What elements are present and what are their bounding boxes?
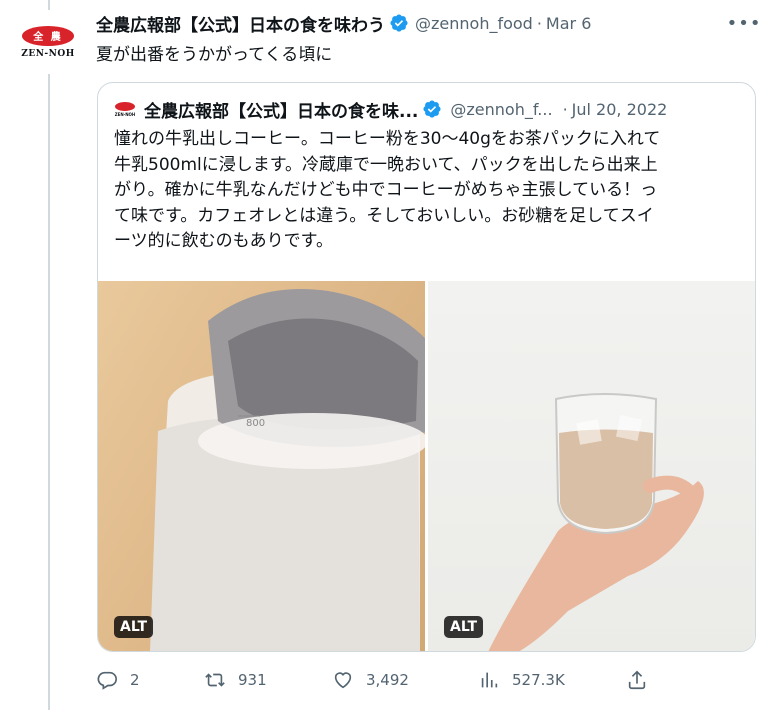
- quoted-text-line: 憧れの牛乳出しコーヒー。コーヒー粉を30〜40gをお茶パックに入れて: [114, 129, 661, 149]
- glass-illustration: [488, 393, 704, 651]
- photo-iced-coffee-glass[interactable]: ALT: [428, 281, 755, 651]
- avatar-brand: ZEN-NOH: [21, 48, 75, 59]
- quoted-author-handle: @zennoh_f...: [450, 99, 553, 119]
- quoted-tweet[interactable]: ZEN·NOH 全農広報部【公式】日本の食を味... @zennoh_f... …: [97, 82, 756, 652]
- like-count: 3,492: [366, 671, 409, 689]
- quoted-text-line: 牛乳500mlに浸します。冷蔵庫で一晩おいて、パックを出したら出来上: [114, 154, 658, 175]
- separator-dot: ·: [562, 99, 568, 119]
- quoted-text-line: て味です。カフェオレとは違う。そしておいしい。お砂糖を足してスイ: [114, 205, 654, 226]
- verified-icon: [390, 14, 408, 32]
- author-name[interactable]: 全農広報部【公式】日本の食を味わう: [96, 11, 385, 36]
- action-bar: 2 931 3,492 527.3K: [96, 664, 656, 696]
- retweet-icon: [205, 673, 225, 687]
- like-icon: [334, 672, 352, 689]
- share-button[interactable]: [626, 664, 660, 696]
- tweet-text: 夏が出番をうかがってくる頃に: [96, 45, 333, 65]
- avatar[interactable]: 全 農 ZEN-NOH: [16, 10, 80, 74]
- tweet-date[interactable]: Mar 6: [546, 14, 591, 33]
- share-icon: [628, 670, 646, 690]
- avatar-logo: 全 農: [22, 25, 74, 46]
- views-icon: [481, 672, 498, 688]
- alt-badge[interactable]: ALT: [444, 616, 483, 638]
- photo-milk-bottle[interactable]: 800 ALT: [98, 281, 425, 651]
- views-button[interactable]: 527.3K: [478, 664, 565, 696]
- quoted-text: 憧れの牛乳出しコーヒー。コーヒー粉を30〜40gをお茶パックに入れて 牛乳500…: [114, 127, 744, 255]
- retweet-button[interactable]: 931: [204, 664, 267, 696]
- retweet-count: 931: [238, 671, 267, 689]
- media-grid: 800 ALT ALT: [98, 281, 755, 651]
- milk-bottle-illustration: 800: [150, 289, 425, 651]
- bottle-mark: 800: [246, 418, 265, 429]
- like-button[interactable]: 3,492: [332, 664, 409, 696]
- alt-badge[interactable]: ALT: [114, 616, 153, 638]
- reply-icon: [97, 671, 117, 690]
- quoted-text-line: がり。確かに牛乳なんだけども中でコーヒーがめちゃ主張している！っ: [114, 180, 658, 200]
- views-count: 527.3K: [512, 671, 565, 689]
- quoted-avatar: ZEN·NOH: [114, 98, 136, 120]
- reply-count: 2: [130, 671, 140, 689]
- quoted-author-name: 全農広報部【公式】日本の食を味...: [144, 101, 419, 122]
- verified-icon: [423, 100, 441, 118]
- quoted-header: ZEN·NOH 全農広報部【公式】日本の食を味... @zennoh_f... …: [114, 97, 668, 122]
- quoted-date: Jul 20, 2022: [571, 99, 668, 119]
- author-handle[interactable]: @zennoh_food: [415, 14, 533, 33]
- reply-button[interactable]: 2: [96, 664, 140, 696]
- more-icon[interactable]: •••: [727, 10, 761, 36]
- quoted-text-line: ーツ的に飲むのもありです。: [114, 231, 333, 251]
- thread-line: [48, 0, 50, 710]
- tweet-header: 全農広報部【公式】日本の食を味わう @zennoh_food · Mar 6: [96, 10, 591, 36]
- separator-dot: ·: [536, 13, 542, 33]
